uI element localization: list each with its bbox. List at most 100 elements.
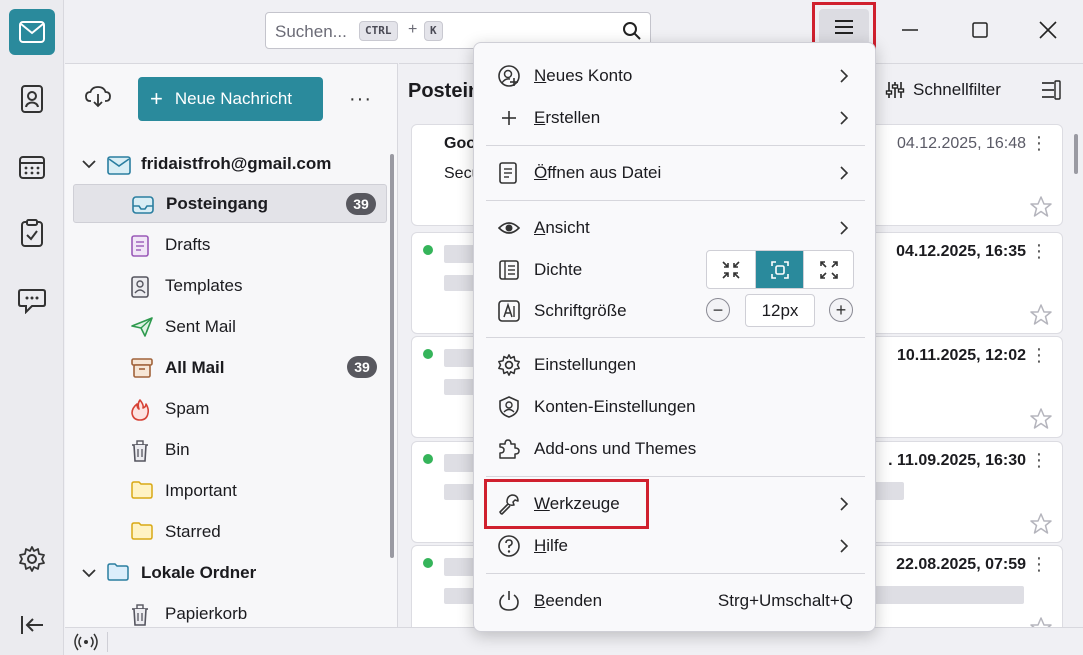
star-icon[interactable] — [1030, 196, 1052, 217]
local-folders-label: Lokale Ordner — [141, 562, 257, 582]
menu-item-account-settings[interactable]: Konten-Einstellungen — [486, 387, 865, 427]
message-date: 04.12.2025, 16:48 — [896, 135, 1026, 152]
folder-drafts[interactable]: Drafts — [73, 225, 387, 264]
folder-starred[interactable]: Starred — [73, 512, 387, 551]
blurred-preview — [874, 586, 1024, 604]
tasks-icon[interactable] — [9, 210, 55, 256]
density-compact-icon[interactable] — [707, 251, 756, 288]
star-icon[interactable] — [1030, 408, 1052, 429]
chevron-down-icon[interactable] — [81, 565, 97, 581]
chevron-right-icon — [839, 110, 849, 126]
local-folders-row[interactable]: Lokale Ordner — [73, 553, 387, 592]
menu-item-view[interactable]: Ansicht — [486, 208, 865, 248]
power-icon — [498, 590, 520, 612]
inbox-icon — [132, 195, 154, 217]
star-icon[interactable] — [1030, 513, 1052, 534]
folder-bin[interactable]: Bin — [73, 430, 387, 469]
message-subject: Goo — [444, 135, 476, 152]
maximize-icon[interactable] — [962, 12, 998, 48]
chevron-right-icon — [839, 538, 849, 554]
search-icon[interactable] — [622, 21, 642, 41]
menu-label: Öffnen aus Datei — [534, 163, 662, 182]
menu-item-addons[interactable]: Add-ons und Themes — [486, 429, 865, 469]
chevron-down-icon[interactable] — [81, 156, 97, 172]
folder-templates[interactable]: Templates — [73, 266, 387, 305]
menu-label: Konten-Einstellungen — [534, 397, 696, 416]
message-date: 10.11.2025, 12:02 — [896, 347, 1026, 364]
collapse-icon[interactable] — [9, 602, 55, 648]
folder-label: Bin — [165, 439, 190, 459]
density-touch-icon[interactable] — [804, 251, 853, 288]
chevron-right-icon — [839, 496, 849, 512]
drafts-icon — [131, 235, 153, 257]
chevron-right-icon — [839, 220, 849, 236]
archive-icon — [131, 358, 153, 380]
account-row[interactable]: fridaistfroh@gmail.com — [73, 144, 387, 183]
chevron-right-icon — [839, 165, 849, 181]
trash-icon — [131, 604, 153, 626]
get-messages-icon[interactable] — [85, 86, 111, 108]
folder-icon — [131, 481, 153, 503]
spaces-toolbar — [0, 0, 64, 655]
highlight-box-tools — [484, 479, 649, 529]
message-list-scrollbar[interactable] — [1074, 134, 1078, 174]
menu-separator — [486, 200, 865, 201]
message-menu-icon[interactable]: ⋮ — [1030, 450, 1048, 471]
menu-label: Erstellen — [534, 108, 601, 127]
plus-icon — [498, 107, 520, 129]
folder-label: Spam — [165, 398, 210, 418]
chat-icon[interactable] — [9, 278, 55, 324]
folder-title: Postein — [408, 80, 481, 102]
folder-icon — [131, 522, 153, 544]
message-date: 04.12.2025, 16:35 — [896, 243, 1026, 260]
calendar-icon[interactable] — [9, 144, 55, 190]
font-size-increase-button[interactable]: + — [829, 298, 853, 322]
message-menu-icon[interactable]: ⋮ — [1030, 241, 1048, 262]
folder-sent[interactable]: Sent Mail — [73, 307, 387, 346]
account-settings-icon — [498, 396, 520, 418]
address-book-icon[interactable] — [9, 76, 55, 122]
close-icon[interactable] — [1030, 12, 1066, 48]
folder-important[interactable]: Important — [73, 471, 387, 510]
density-normal-icon[interactable] — [755, 251, 805, 288]
quick-filter-button[interactable]: Schnellfilter — [885, 80, 1001, 100]
quick-filter-label: Schnellfilter — [913, 80, 1001, 99]
menu-label: Dichte — [534, 260, 583, 279]
star-icon[interactable] — [1030, 304, 1052, 325]
new-message-label: Neue Nachricht — [174, 89, 293, 108]
menu-label: Einstellungen — [534, 355, 637, 374]
folder-pane-scrollbar[interactable] — [390, 154, 394, 558]
quit-shortcut: Strg+Umschalt+Q — [717, 591, 853, 610]
message-menu-icon[interactable]: ⋮ — [1030, 345, 1048, 366]
menu-item-create[interactable]: Erstellen — [486, 98, 865, 138]
font-size-decrease-button[interactable]: − — [706, 298, 730, 322]
message-menu-icon[interactable]: ⋮ — [1030, 554, 1048, 575]
open-file-icon — [498, 162, 520, 184]
settings-icon[interactable] — [9, 536, 55, 582]
folder-all-mail[interactable]: All Mail 39 — [73, 348, 387, 387]
account-mail-icon — [107, 154, 131, 176]
online-status-icon[interactable] — [74, 633, 98, 651]
menu-separator — [486, 476, 865, 477]
new-message-button[interactable]: + Neue Nachricht — [138, 77, 323, 121]
spam-fire-icon — [131, 399, 153, 421]
menu-item-new-account[interactable]: Neues Konto — [486, 56, 865, 96]
menu-item-settings[interactable]: Einstellungen — [486, 345, 865, 385]
menu-separator — [486, 145, 865, 146]
message-menu-icon[interactable]: ⋮ — [1030, 133, 1048, 154]
folder-spam[interactable]: Spam — [73, 389, 387, 428]
list-options-icon[interactable] — [1041, 80, 1061, 100]
mail-icon[interactable] — [9, 9, 55, 55]
message-date: 22.08.2025, 07:59 — [896, 556, 1026, 573]
menu-item-help[interactable]: Hilfe — [486, 526, 865, 566]
menu-label: Hilfe — [534, 536, 569, 555]
status-divider — [107, 632, 108, 652]
message-date: . 11.09.2025, 16:30 — [888, 452, 1026, 469]
unread-dot — [423, 245, 433, 255]
more-options-icon[interactable]: ··· — [349, 88, 372, 111]
minimize-icon[interactable] — [892, 12, 928, 48]
filter-sliders-icon — [885, 81, 905, 99]
menu-item-quit[interactable]: Beenden Strg+Umschalt+Q — [486, 581, 865, 621]
menu-item-open-file[interactable]: Öffnen aus Datei — [486, 153, 865, 193]
folder-inbox[interactable]: Posteingang 39 — [73, 184, 387, 223]
